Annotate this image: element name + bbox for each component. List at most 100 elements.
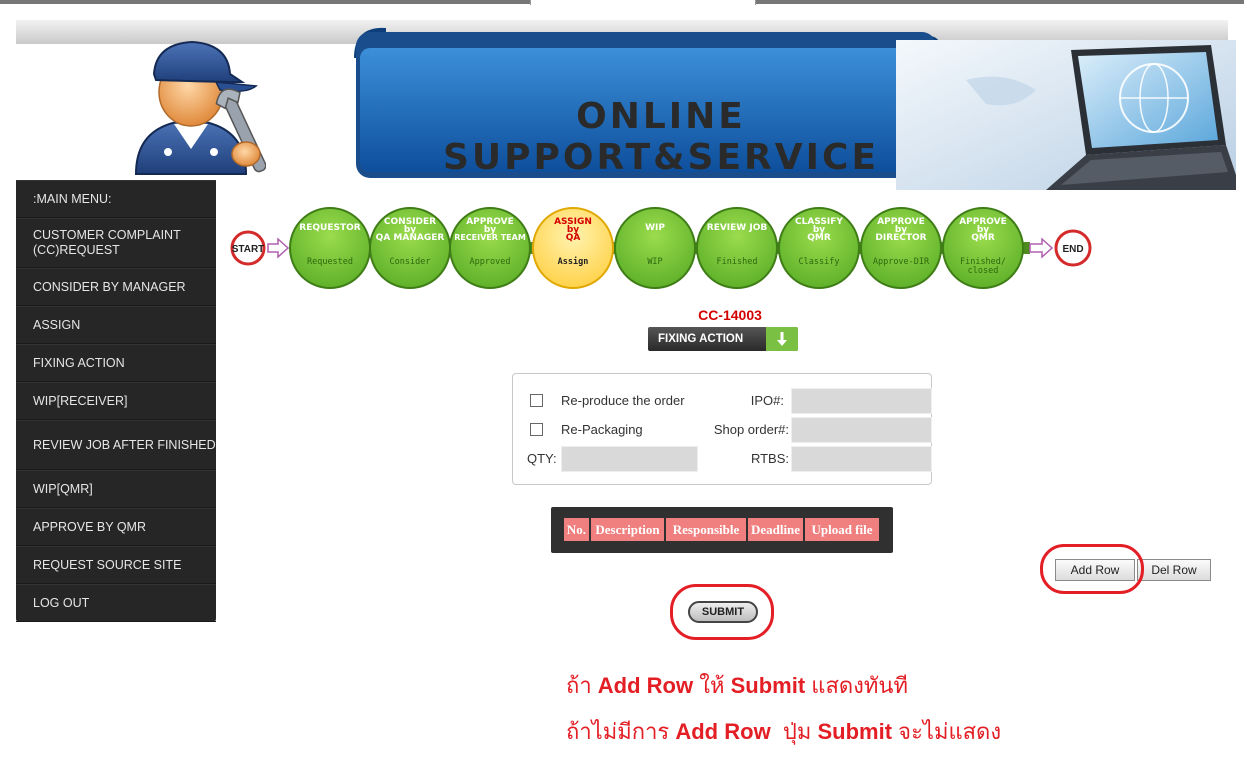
- mechanic-mascot-icon: [134, 40, 266, 175]
- menu-assign[interactable]: ASSIGN: [16, 306, 216, 344]
- ipo-label: IPO#:: [750, 393, 784, 408]
- menu-item-label: WIP[QMR]: [33, 481, 93, 496]
- workflow-step-circle: [696, 207, 778, 289]
- note2-part3: จะไม่แสดง: [892, 719, 1002, 744]
- note1-submit: Submit: [730, 673, 806, 698]
- menu-wip-receiver[interactable]: WIP[RECEIVER]: [16, 382, 216, 420]
- site-title: ONLINE SUPPORT&SERVICE: [442, 96, 880, 178]
- note2-add-row: Add Row: [675, 719, 771, 744]
- table-header-description: Description: [591, 518, 664, 541]
- menu-approve-by-qmr[interactable]: APPROVE BY QMR: [16, 508, 216, 546]
- start-marker: START: [230, 230, 290, 266]
- workflow-step: CONSIDERbyQA MANAGERConsider: [369, 207, 451, 289]
- fixing-action-label: FIXING ACTION: [658, 333, 744, 345]
- arrow-down-icon: [766, 327, 798, 351]
- menu-item-label: FIXING ACTION: [33, 355, 125, 370]
- workflow-step: REQUESTOR Requested: [289, 207, 371, 289]
- note2-submit: Submit: [817, 719, 893, 744]
- reproduce-row: Re-produce the order IPO#:: [527, 388, 932, 414]
- workflow-step-title: WIP: [645, 223, 665, 233]
- note1-part2: ให้: [693, 673, 731, 698]
- ipo-input[interactable]: [791, 388, 932, 414]
- menu-item-label: WIP[RECEIVER]: [33, 393, 128, 408]
- menu-wip-qmr[interactable]: WIP[QMR]: [16, 470, 216, 508]
- workflow-step-status: Finished: [717, 257, 758, 267]
- workflow-step: APPROVEbyRECEIVER TEAMApproved: [449, 207, 531, 289]
- workflow-step-status: WIP: [647, 257, 662, 267]
- rtbs-label: RTBS:: [750, 451, 789, 466]
- workflow-step: ASSIGNbyQAAssign: [532, 207, 614, 289]
- main-menu-sidebar: :MAIN MENU: CUSTOMER COMPLAINT (CC)REQUES…: [16, 180, 216, 622]
- workflow-step-title: QA: [566, 233, 581, 243]
- workflow-step-status: Assign: [558, 256, 589, 267]
- submit-highlight: [670, 584, 774, 640]
- workflow-step-circle: [289, 207, 371, 289]
- note1-part1: ถ้า: [566, 673, 598, 698]
- workflow-step: CLASSIFYbyQMRClassify: [778, 207, 860, 289]
- end-arrow-icon: [1029, 237, 1054, 259]
- laptop-globe-icon: [896, 40, 1236, 190]
- workflow-step: REVIEW JOB Finished: [696, 207, 778, 289]
- page: ONLINE SUPPORT&SERVICE :MAIN MENU: CUSTOM…: [0, 0, 1244, 776]
- main-menu-title: :MAIN MENU:: [16, 180, 216, 218]
- menu-customer-complaint-request[interactable]: CUSTOMER COMPLAINT (CC)REQUEST: [16, 218, 216, 268]
- del-row-button[interactable]: Del Row: [1137, 559, 1211, 581]
- start-arrow-icon: [267, 237, 290, 259]
- qty-row: QTY: RTBS:: [527, 446, 932, 472]
- fixing-options-panel: Re-produce the order IPO#: Re-Packaging …: [512, 373, 932, 485]
- repackaging-row: Re-Packaging Shop order#:: [527, 417, 932, 443]
- workflow-step-status: Approve-DIR: [873, 257, 930, 267]
- workflow-step: WIP WIP: [614, 207, 696, 289]
- menu-item-label: REQUEST SOURCE SITE: [33, 557, 182, 572]
- menu-consider-by-manager[interactable]: CONSIDER BY MANAGER: [16, 268, 216, 306]
- workflow-step-circle: [614, 207, 696, 289]
- add-row-highlight: [1040, 544, 1144, 594]
- browser-tab: [530, 0, 756, 5]
- workflow-step-title: QMR: [807, 233, 831, 243]
- workflow-step-title: QMR: [971, 233, 995, 243]
- site-header: ONLINE SUPPORT&SERVICE: [16, 20, 1236, 190]
- table-header-upload-file: Upload file: [805, 518, 879, 541]
- workflow-step: APPROVEbyDIRECTORApprove-DIR: [860, 207, 942, 289]
- qty-input[interactable]: [561, 446, 698, 472]
- workflow-progress: STARTREQUESTORRequestedCONSIDERbyQA MANA…: [230, 207, 1092, 289]
- repackaging-checkbox[interactable]: [530, 423, 543, 436]
- menu-item-label: CONSIDER BY MANAGER: [33, 279, 186, 294]
- end-marker: END: [1029, 229, 1092, 267]
- workflow-step-title: REVIEW JOB: [707, 223, 768, 233]
- shop-order-label: Shop order#:: [713, 422, 789, 437]
- note-line-1: ถ้า Add Row ให้ Submit แสดงทันที: [566, 668, 908, 703]
- menu-fixing-action[interactable]: FIXING ACTION: [16, 344, 216, 382]
- workflow-step-title: REQUESTOR: [299, 223, 360, 233]
- note2-part2: ปุ่ม: [770, 719, 818, 744]
- menu-item-label: ASSIGN: [33, 317, 81, 332]
- workflow-step-status: Requested: [307, 257, 353, 267]
- repackaging-label: Re-Packaging: [561, 422, 643, 437]
- menu-item-label: REVIEW JOB AFTER FINISHED: [33, 437, 216, 452]
- table-header-no: No.: [564, 518, 589, 541]
- menu-log-out[interactable]: LOG OUT: [16, 584, 216, 622]
- note1-add-row: Add Row: [597, 673, 694, 698]
- menu-review-job-after-finished[interactable]: REVIEW JOB AFTER FINISHED: [16, 420, 216, 470]
- shop-order-input[interactable]: [791, 417, 932, 443]
- rtbs-input[interactable]: [791, 446, 932, 472]
- workflow-step-status: Consider: [390, 257, 431, 267]
- note-line-2: ถ้าไม่มีการ Add Row ปุ่ม Submit จะไม่แสด…: [566, 714, 1001, 749]
- menu-request-source-site[interactable]: REQUEST SOURCE SITE: [16, 546, 216, 584]
- workflow-step-title: QA MANAGER: [376, 233, 445, 243]
- menu-item-label: APPROVE BY QMR: [33, 519, 146, 534]
- workflow-step-status: Classify: [799, 257, 840, 267]
- qty-label: QTY:: [527, 451, 557, 466]
- table-header-responsible: Responsible: [666, 518, 746, 541]
- menu-item-label: LOG OUT: [33, 595, 90, 610]
- start-label: START: [232, 244, 265, 255]
- menu-item-label: :MAIN MENU:: [33, 191, 112, 206]
- workflow-step-title: DIRECTOR: [875, 233, 926, 243]
- reproduce-label: Re-produce the order: [561, 393, 685, 408]
- workflow-step: APPROVEbyQMRFinished/closed: [942, 207, 1024, 289]
- menu-item-label: CUSTOMER COMPLAINT (CC)REQUEST: [33, 228, 181, 257]
- fixing-action-button[interactable]: FIXING ACTION: [648, 327, 798, 351]
- workflow-step-title: RECEIVER TEAM: [454, 233, 526, 242]
- note2-part1: ถ้าไม่มีการ: [566, 719, 676, 744]
- reproduce-checkbox[interactable]: [530, 394, 543, 407]
